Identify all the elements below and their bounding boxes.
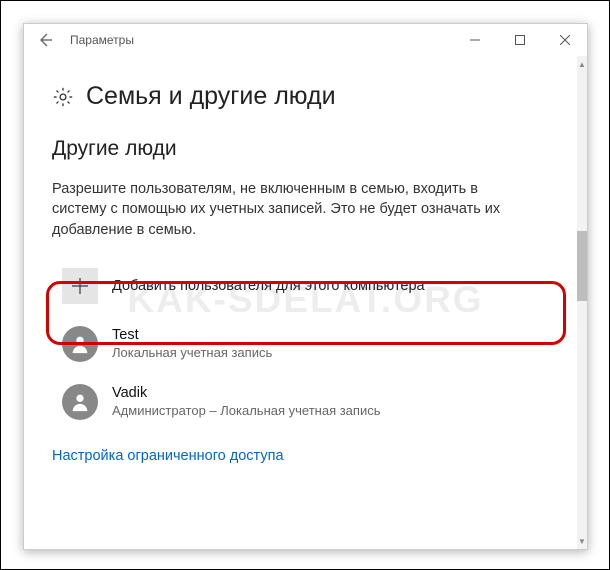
close-icon (560, 35, 570, 45)
scroll-down-button[interactable]: ▼ (577, 533, 587, 549)
minimize-icon (470, 35, 480, 45)
page-title: Семья и другие люди (86, 82, 336, 111)
add-user-label: Добавить пользователя для этого компьюте… (112, 278, 425, 294)
section-heading: Другие люди (52, 137, 549, 161)
restricted-access-link[interactable]: Настройка ограниченного доступа (52, 448, 284, 464)
scroll-up-button[interactable]: ▲ (577, 56, 587, 72)
gear-icon (52, 86, 74, 108)
user-subtitle: Локальная учетная запись (112, 345, 272, 360)
close-button[interactable] (542, 24, 587, 56)
back-button[interactable] (24, 24, 66, 56)
user-row[interactable]: Test Локальная учетная запись (52, 318, 549, 370)
avatar-icon (62, 384, 98, 420)
maximize-icon (515, 35, 525, 45)
window-title: Параметры (66, 33, 452, 47)
titlebar: Параметры (24, 24, 587, 56)
scrollbar-thumb[interactable] (577, 231, 587, 301)
maximize-button[interactable] (497, 24, 542, 56)
avatar-icon (62, 326, 98, 362)
section-description: Разрешите пользователям, не включенным в… (52, 179, 522, 240)
user-subtitle: Администратор – Локальная учетная запись (112, 403, 380, 418)
vertical-scrollbar[interactable]: ▲ ▼ (577, 56, 587, 549)
plus-icon (62, 268, 98, 304)
settings-window: Параметры KAK-SDELAT.ORG Семья и другие (23, 23, 588, 550)
content-area: Семья и другие люди Другие люди Разрешит… (24, 56, 577, 549)
arrow-left-icon (37, 32, 53, 48)
user-row[interactable]: Vadik Администратор – Локальная учетная … (52, 376, 549, 428)
user-name: Vadik (112, 385, 380, 401)
minimize-button[interactable] (452, 24, 497, 56)
add-user-button[interactable]: Добавить пользователя для этого компьюте… (52, 260, 549, 312)
user-name: Test (112, 327, 272, 343)
